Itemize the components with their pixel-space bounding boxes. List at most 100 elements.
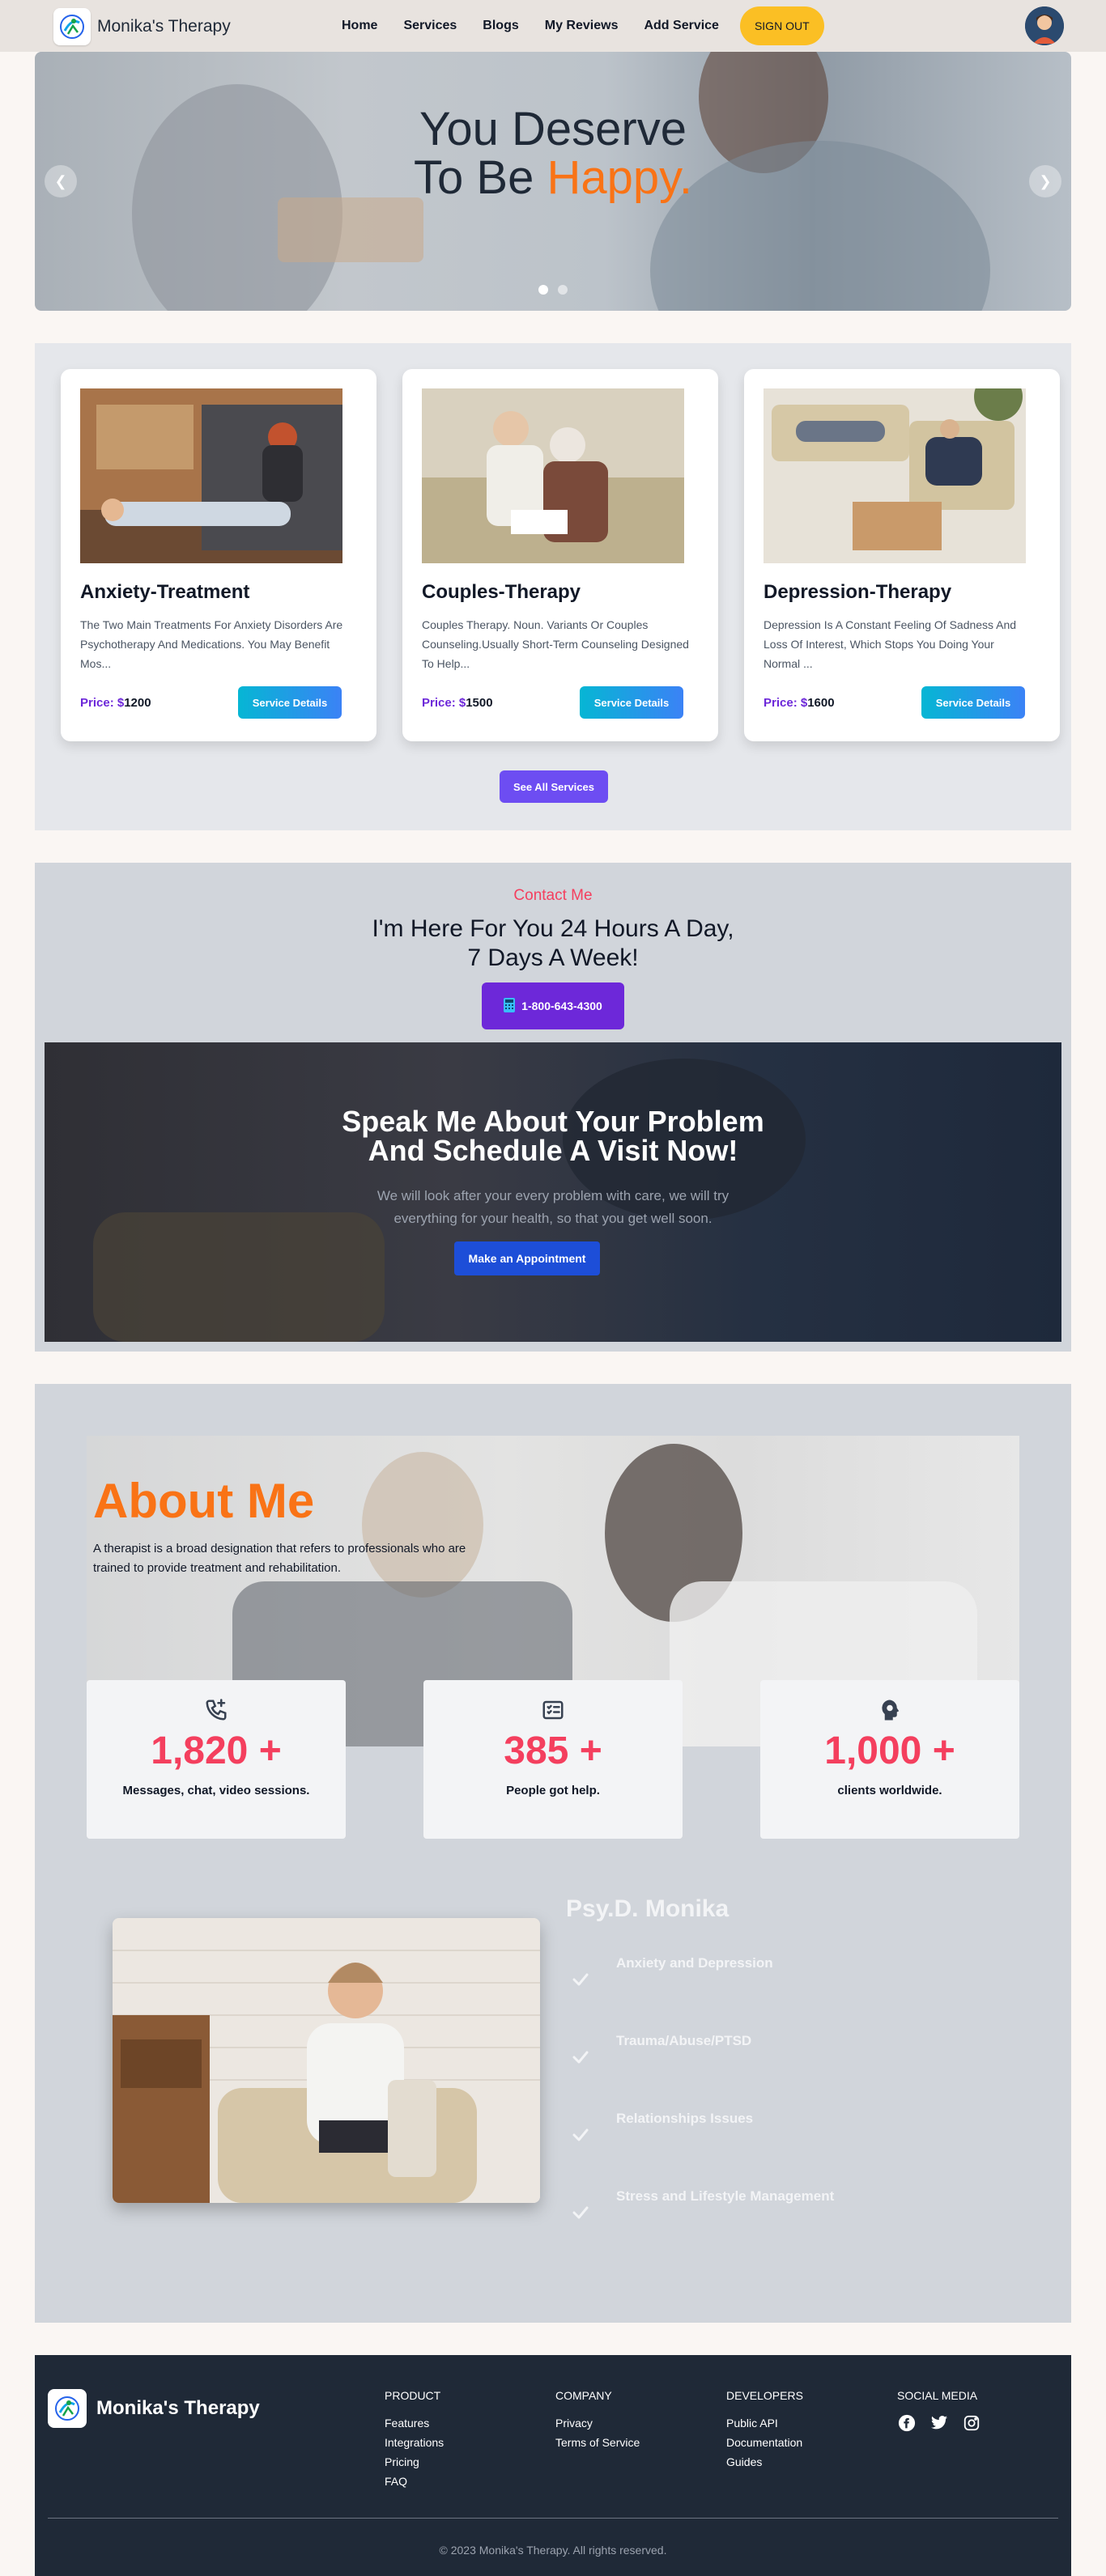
carousel-next-button[interactable]: ❯ xyxy=(1029,165,1061,197)
footer-column-product: PRODUCT Features Integrations Pricing FA… xyxy=(385,2389,444,2491)
service-details-button[interactable]: Service Details xyxy=(580,686,683,719)
stat-card-sessions: 1,820 + Messages, chat, video sessions. xyxy=(87,1680,346,1839)
brand-logo-icon xyxy=(53,8,91,45)
checklist-icon xyxy=(423,1698,683,1722)
hero-title-line2-prefix: To Be xyxy=(414,151,547,204)
sign-out-button[interactable]: SIGN OUT xyxy=(739,6,824,45)
banner-title-line1: Speak Me About Your Problem xyxy=(342,1105,764,1138)
footer-link-pricing[interactable]: Pricing xyxy=(385,2452,444,2472)
footer-heading: SOCIAL MEDIA xyxy=(897,2389,978,2402)
stat-label: Messages, chat, video sessions. xyxy=(122,1784,310,1797)
price-amount: 1500 xyxy=(466,696,493,710)
doctor-name: Psy.D. Monika xyxy=(566,1895,730,1922)
service-description: Couples Therapy. Noun. Variants Or Coupl… xyxy=(422,618,689,670)
banner-title-line2: And Schedule A Visit Now! xyxy=(368,1134,738,1167)
see-all-services-button[interactable]: See All Services xyxy=(500,770,608,803)
doctor-photo xyxy=(113,1918,540,2203)
footer-brand-name: Monika's Therapy xyxy=(96,2397,260,2419)
banner-text: We will look after your every problem wi… xyxy=(45,1185,1061,1230)
nav-home[interactable]: Home xyxy=(329,19,390,33)
stat-card-people: 385 + People got help. xyxy=(423,1680,683,1839)
footer-heading: COMPANY xyxy=(555,2389,612,2402)
about-section: About Me A therapist is a broad designat… xyxy=(35,1384,1071,2323)
contact-kicker: Contact Me xyxy=(513,887,593,904)
navbar: Monika's Therapy Home Services Blogs My … xyxy=(0,0,1106,52)
check-icon xyxy=(572,2206,589,2223)
about-title: About Me xyxy=(93,1474,315,1528)
specialty-label: Anxiety and Depression xyxy=(616,1955,773,1971)
service-card-anxiety: Anxiety-Treatment The Two Main Treatment… xyxy=(61,369,376,741)
brand-logo-icon xyxy=(48,2389,87,2428)
stat-label: clients worldwide. xyxy=(837,1784,942,1797)
instagram-icon[interactable] xyxy=(962,2413,981,2433)
nav-services[interactable]: Services xyxy=(390,19,470,33)
brand[interactable]: Monika's Therapy xyxy=(53,8,231,45)
nav-my-reviews[interactable]: My Reviews xyxy=(532,19,632,33)
hero-carousel: You Deserve To Be Happy. ❮ ❯ xyxy=(35,52,1071,311)
nav-links: Home Services Blogs My Reviews Add Servi… xyxy=(329,0,824,52)
footer-link-public-api[interactable]: Public API xyxy=(726,2413,803,2433)
footer-link-guides[interactable]: Guides xyxy=(726,2452,803,2472)
carousel-dot-2[interactable] xyxy=(558,285,568,295)
specialty-label: Trauma/Abuse/PTSD xyxy=(616,2033,752,2048)
specialty-item: Anxiety and Depression xyxy=(572,1955,773,1990)
service-details-button[interactable]: Service Details xyxy=(238,686,342,719)
hero-title-line1: You Deserve xyxy=(419,103,687,155)
make-appointment-button[interactable]: Make an Appointment xyxy=(454,1241,600,1275)
footer-brand[interactable]: Monika's Therapy xyxy=(48,2389,260,2428)
footer-heading: DEVELOPERS xyxy=(726,2389,803,2402)
nav-blogs[interactable]: Blogs xyxy=(470,19,531,33)
footer-link-faq[interactable]: FAQ xyxy=(385,2472,444,2491)
chevron-left-icon: ❮ xyxy=(54,172,67,189)
service-title: Couples-Therapy xyxy=(422,581,581,603)
check-icon xyxy=(572,2128,589,2145)
banner-title: Speak Me About Your Problem And Schedule… xyxy=(45,1107,1061,1165)
phone-number: 1-800-643-4300 xyxy=(521,999,602,1012)
stat-label: People got help. xyxy=(506,1784,600,1797)
banner-couch-shape xyxy=(93,1212,385,1342)
phone-plus-icon xyxy=(87,1698,346,1722)
carousel-prev-button[interactable]: ❮ xyxy=(45,165,77,197)
banner-text-line1: We will look after your every problem wi… xyxy=(376,1188,730,1203)
facebook-icon[interactable] xyxy=(897,2413,917,2433)
specialty-item: Trauma/Abuse/PTSD xyxy=(572,2033,751,2068)
price-label: Price: $ xyxy=(764,696,808,710)
service-price: Price: $1600 xyxy=(764,696,835,710)
contact-title: I'm Here For You 24 Hours A Day, 7 Days … xyxy=(35,915,1071,973)
chevron-right-icon: ❯ xyxy=(1039,172,1052,189)
carousel-dot-1[interactable] xyxy=(538,285,548,295)
hero-title-highlight: Happy. xyxy=(547,151,692,204)
nav-add-service[interactable]: Add Service xyxy=(631,19,731,33)
phone-call-button[interactable]: 1-800-643-4300 xyxy=(482,982,624,1029)
check-icon xyxy=(572,1973,589,1990)
specialty-label: Relationships Issues xyxy=(616,2111,754,2126)
service-card-couples: Couples-Therapy Couples Therapy. Noun. V… xyxy=(402,369,718,741)
specialty-item: Stress and Lifestyle Management xyxy=(572,2188,834,2223)
footer-column-company: COMPANY Privacy Terms of Service xyxy=(555,2389,640,2452)
stat-card-clients: 1,000 + clients worldwide. xyxy=(760,1680,1019,1839)
service-price: Price: $1200 xyxy=(80,696,151,710)
hero-title-line2: To Be Happy. xyxy=(35,154,1071,202)
footer-link-documentation[interactable]: Documentation xyxy=(726,2433,803,2452)
footer-link-features[interactable]: Features xyxy=(385,2413,444,2433)
contact-section: Contact Me I'm Here For You 24 Hours A D… xyxy=(35,863,1071,1352)
footer-link-privacy[interactable]: Privacy xyxy=(555,2413,640,2433)
copyright: © 2023 Monika's Therapy. All rights rese… xyxy=(439,2544,667,2557)
footer-column-social: SOCIAL MEDIA xyxy=(897,2389,981,2433)
footer-link-terms[interactable]: Terms of Service xyxy=(555,2433,640,2452)
price-label: Price: $ xyxy=(80,696,125,710)
contact-title-line2: 7 Days A Week! xyxy=(467,944,639,971)
avatar[interactable] xyxy=(1025,6,1064,45)
price-amount: 1600 xyxy=(807,696,835,710)
twitter-icon[interactable] xyxy=(929,2413,949,2433)
about-description: A therapist is a broad designation that … xyxy=(93,1542,466,1575)
service-title: Anxiety-Treatment xyxy=(80,581,250,603)
footer-link-integrations[interactable]: Integrations xyxy=(385,2433,444,2452)
service-details-button[interactable]: Service Details xyxy=(921,686,1025,719)
footer-column-developers: DEVELOPERS Public API Documentation Guid… xyxy=(726,2389,803,2472)
service-card-depression: Depression-Therapy Depression Is A Const… xyxy=(744,369,1060,741)
service-image xyxy=(764,388,1026,563)
price-amount: 1200 xyxy=(124,696,151,710)
service-description: Depression Is A Constant Feeling Of Sadn… xyxy=(764,618,1017,670)
hero-clipboard xyxy=(278,197,423,262)
